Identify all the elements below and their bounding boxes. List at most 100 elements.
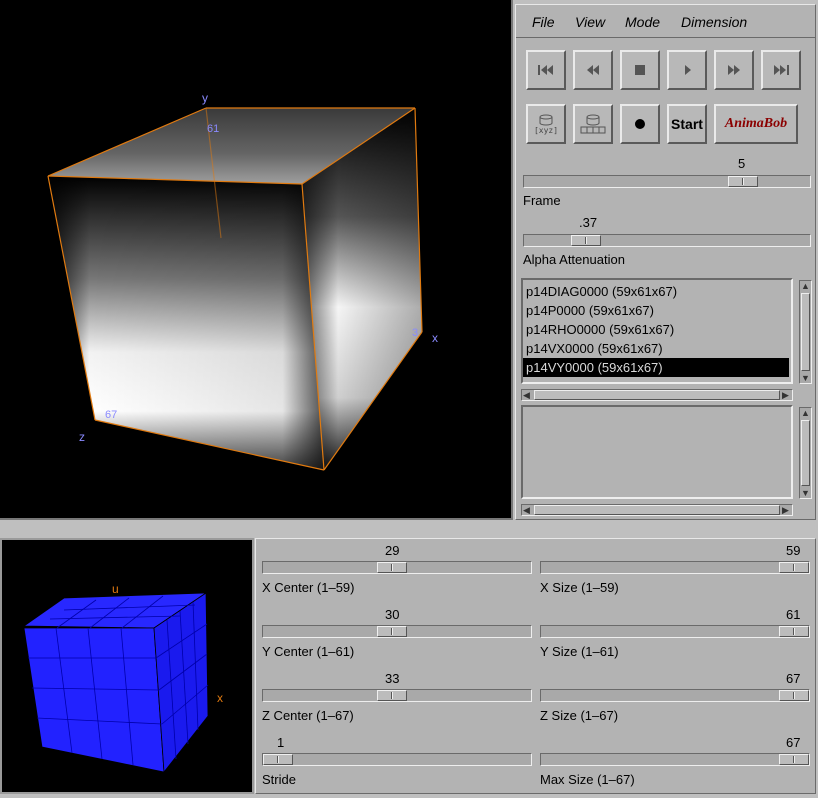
save-frames-button[interactable] (573, 104, 613, 144)
skip-to-start-icon (538, 65, 553, 75)
dataset-list[interactable]: p14DIAG0000 (59x61x67) p14P0000 (59x61x6… (521, 278, 793, 384)
scroll-left-icon[interactable]: ◀ (523, 390, 530, 400)
play-button[interactable] (667, 50, 707, 90)
menu-bar: File View Mode Dimension (516, 5, 815, 38)
stop-button[interactable] (620, 50, 660, 90)
x-size-slider[interactable] (540, 561, 810, 574)
subvolume-controls: 29 X Center (1–59) 59 X Size (1–59) 30 Y… (255, 538, 816, 794)
x-center-thumb[interactable] (377, 562, 407, 573)
skip-to-start-button[interactable] (526, 50, 566, 90)
z-center-slider[interactable] (262, 689, 532, 702)
x-center-label: X Center (1–59) (262, 580, 355, 595)
z-size-thumb[interactable] (779, 690, 809, 701)
menu-mode[interactable]: Mode (625, 14, 660, 30)
scroll-up-icon[interactable]: ▲ (801, 408, 810, 418)
record-button[interactable] (620, 104, 660, 144)
record-icon (635, 119, 645, 129)
z-center-value: 33 (385, 671, 400, 686)
x-center-value: 29 (385, 543, 400, 558)
stride-value: 1 (277, 735, 285, 750)
z-center-thumb[interactable] (377, 690, 407, 701)
y-center-thumb[interactable] (377, 626, 407, 637)
z-axis-label: z (79, 430, 85, 444)
save-xyz-button[interactable]: [xyz] (526, 104, 566, 144)
z-size-value: 67 (786, 671, 801, 686)
dataset-list-hscroll[interactable]: ◀ ▶ (521, 389, 793, 401)
max-size-slider[interactable] (540, 753, 810, 766)
list-item[interactable]: p14RHO0000 (59x61x67) (523, 320, 791, 339)
scroll-thumb[interactable] (801, 420, 810, 486)
info-textbox[interactable] (521, 405, 793, 499)
menu-file[interactable]: File (532, 14, 555, 30)
animabob-button[interactable]: AnimaBob (714, 104, 798, 144)
y-size-slider[interactable] (540, 625, 810, 638)
list-item[interactable]: p14DIAG0000 (59x61x67) (523, 282, 791, 301)
stop-icon (635, 65, 645, 75)
max-size-value: 67 (786, 735, 801, 750)
hscroll-thumb[interactable] (534, 505, 780, 515)
y-axis-label: y (202, 91, 208, 105)
x-size-thumb[interactable] (779, 562, 809, 573)
z-size-slider[interactable] (540, 689, 810, 702)
stride-label: Stride (262, 772, 296, 787)
skip-to-end-button[interactable] (761, 50, 801, 90)
y-max-label: 61 (207, 123, 219, 135)
save-xyz-label: [xyz] (533, 125, 559, 135)
max-size-label: Max Size (1–67) (540, 772, 635, 787)
max-size-thumb[interactable] (779, 754, 809, 765)
cube-front-shade (48, 176, 324, 470)
scroll-right-icon[interactable]: ▶ (782, 390, 789, 400)
scroll-thumb[interactable] (801, 293, 810, 371)
z-size-label: Z Size (1–67) (540, 708, 619, 723)
frame-value: 5 (738, 156, 746, 171)
alpha-attenuation-label: Alpha Attenuation (523, 252, 625, 267)
x-size-value: 59 (786, 543, 801, 558)
list-item[interactable]: p14VX0000 (59x61x67) (523, 339, 791, 358)
fast-forward-button[interactable] (714, 50, 754, 90)
y-center-label: Y Center (1–61) (262, 644, 355, 659)
stride-slider[interactable] (262, 753, 532, 766)
hscroll-thumb[interactable] (534, 390, 780, 400)
subvolume-preview[interactable]: u x (0, 538, 254, 794)
frame-label: Frame (523, 193, 561, 208)
start-button[interactable]: Start (667, 104, 707, 144)
disk-icon (586, 114, 600, 126)
volume-render-viewport[interactable]: y x z 61 3 67 (0, 0, 513, 520)
info-vscroll[interactable]: ▲ ▼ (799, 407, 812, 499)
x-size-label: X Size (1–59) (540, 580, 619, 595)
z-center-label: Z Center (1–67) (262, 708, 354, 723)
mini-cube-front (23, 627, 165, 773)
skip-to-end-icon (774, 65, 789, 75)
scroll-up-icon[interactable]: ▲ (801, 281, 810, 291)
scroll-down-icon[interactable]: ▼ (801, 488, 810, 498)
volume-render-canvas: y x z 61 3 67 (47, 91, 438, 471)
frame-slider-thumb[interactable] (728, 176, 758, 187)
alpha-attenuation-slider[interactable] (523, 234, 811, 247)
list-item[interactable]: p14P0000 (59x61x67) (523, 301, 791, 320)
dataset-list-vscroll[interactable]: ▲ ▼ (799, 280, 812, 384)
subvolume-preview-canvas: u x (22, 582, 223, 774)
disk-icon (539, 114, 553, 125)
control-panel: File View Mode Dimension [xyz] Start Ani… (515, 4, 816, 520)
info-hscroll[interactable]: ◀ ▶ (521, 504, 793, 516)
stride-thumb[interactable] (263, 754, 293, 765)
alpha-slider-thumb[interactable] (571, 235, 601, 246)
list-item-selected[interactable]: p14VY0000 (59x61x67) (523, 358, 789, 377)
frame-slider[interactable] (523, 175, 811, 188)
menu-view[interactable]: View (575, 14, 605, 30)
scroll-left-icon[interactable]: ◀ (523, 505, 530, 515)
x-axis-label: x (432, 331, 438, 345)
mini-x-axis-label: x (217, 691, 223, 705)
scroll-down-icon[interactable]: ▼ (801, 373, 810, 383)
menu-dimension[interactable]: Dimension (681, 14, 747, 30)
y-size-label: Y Size (1–61) (540, 644, 619, 659)
rewind-button[interactable] (573, 50, 613, 90)
y-size-thumb[interactable] (779, 626, 809, 637)
x-center-slider[interactable] (262, 561, 532, 574)
scroll-right-icon[interactable]: ▶ (782, 505, 789, 515)
y-size-value: 61 (786, 607, 801, 622)
fast-forward-icon (728, 65, 740, 75)
y-center-value: 30 (385, 607, 400, 622)
mini-y-axis-label: u (112, 582, 119, 596)
y-center-slider[interactable] (262, 625, 532, 638)
